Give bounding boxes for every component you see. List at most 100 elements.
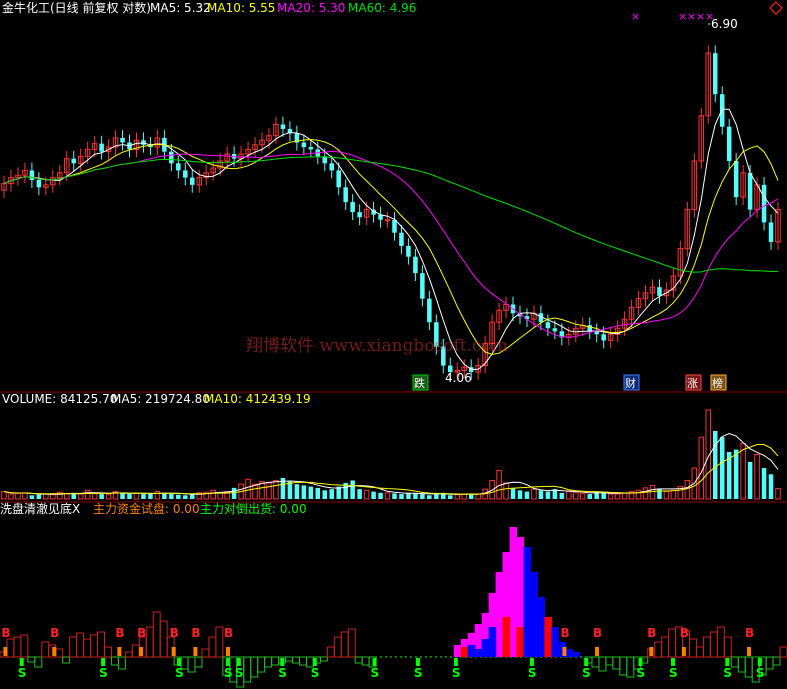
candle xyxy=(384,219,391,222)
sell-signal-bar xyxy=(529,658,534,666)
event-marker-zhang[interactable]: 涨 xyxy=(685,374,702,391)
indicator-title: 洗盘清澈见底X xyxy=(0,501,80,516)
candle xyxy=(280,124,286,129)
sell-signal-bar xyxy=(312,658,317,666)
volume-bar xyxy=(322,490,328,499)
indicator-hollow-bar xyxy=(654,641,663,658)
volume-bar xyxy=(43,493,49,500)
volume-bar xyxy=(531,488,537,500)
volume-bar xyxy=(29,495,35,499)
volume-bar xyxy=(169,494,174,499)
volume-bar xyxy=(50,494,56,500)
sell-signal-label: S xyxy=(528,666,537,680)
indicator-signal-bar xyxy=(502,617,511,657)
indicator-hollow-bar xyxy=(243,656,252,683)
ma5-line xyxy=(3,108,779,370)
indicator-hollow-bar xyxy=(612,656,621,670)
volume-bar xyxy=(761,468,767,499)
sell-signal-bar xyxy=(725,658,730,666)
candle xyxy=(29,170,35,181)
volume-bar xyxy=(384,492,391,500)
volume-bar xyxy=(357,489,362,499)
event-marker-die[interactable]: 跌 xyxy=(412,374,429,391)
volume-ma10-line xyxy=(3,444,779,495)
candle xyxy=(719,94,725,127)
volume-bar xyxy=(448,495,453,499)
candle xyxy=(176,163,181,171)
candle xyxy=(726,126,732,161)
indicator-hollow-bar xyxy=(709,631,718,658)
volume-bar xyxy=(559,492,565,499)
sell-signal-label: S xyxy=(452,666,461,680)
event-marker-cai-label: 财 xyxy=(625,376,636,390)
limit-marker-icon: × xyxy=(631,10,640,23)
volume-bar xyxy=(517,490,523,499)
ma20-line xyxy=(3,150,779,338)
buy-signal-label: B xyxy=(137,626,146,640)
volume-bar xyxy=(420,494,425,499)
indicator-hollow-bar xyxy=(83,638,92,658)
ma-legend-item-ma20: MA20: 5.30 xyxy=(277,1,345,15)
candle xyxy=(99,143,104,152)
indicator-signal-bar xyxy=(537,597,546,657)
stock-chart-window: 金牛化工(日线 前复权 对数) MA5: 5.32 MA10: 5.55 MA20:… xyxy=(0,0,787,689)
event-marker-bang[interactable]: 榜 xyxy=(710,374,727,391)
indicator-hollow-bar xyxy=(661,636,670,658)
indicator-hollow-bar xyxy=(34,656,43,668)
sell-signal-label: S xyxy=(723,666,732,680)
sell-signal-label: S xyxy=(18,666,27,680)
sell-signal-bar xyxy=(177,658,182,666)
volume-bar xyxy=(350,480,355,499)
volume-bar xyxy=(747,461,753,499)
candle xyxy=(552,328,558,332)
volume-bar xyxy=(614,493,621,500)
candle xyxy=(392,219,397,233)
volume-bar xyxy=(99,494,104,499)
indicator-hollow-bar xyxy=(187,656,196,673)
indicator-hollow-bar xyxy=(298,656,307,666)
price-high-label: 6.90 xyxy=(711,17,738,31)
indicator-hollow-bar xyxy=(668,628,677,658)
sell-signal-label: S xyxy=(414,666,423,680)
event-marker-die-label: 跌 xyxy=(414,376,425,390)
candle xyxy=(406,245,411,257)
indicator-hollow-bar xyxy=(605,656,614,666)
volume-bar xyxy=(740,442,746,500)
buy-signal-label: B xyxy=(745,626,754,640)
volume-bar xyxy=(190,494,195,499)
window-control-icon[interactable] xyxy=(769,1,783,15)
event-marker-zhang-label: 涨 xyxy=(687,377,698,390)
volume-bar xyxy=(587,494,592,499)
volume-bar xyxy=(22,492,28,500)
indicator-hollow-bar xyxy=(250,656,259,678)
buy-signal-bar xyxy=(193,647,198,656)
volume-ma5-line xyxy=(3,432,779,495)
candle xyxy=(761,184,767,223)
buy-signal-label: B xyxy=(170,626,179,640)
chart-canvas[interactable]: 金牛化工(日线 前复权 对数) MA5: 5.32MA10: 5.55 MA20:… xyxy=(0,0,787,689)
volume-bar xyxy=(183,495,188,499)
indicator-hollow-bar xyxy=(702,636,711,658)
indicator-magenta-bar xyxy=(495,572,504,657)
volume-bar xyxy=(363,489,370,500)
indicator-hollow-bar xyxy=(201,648,210,658)
sell-signal-bar xyxy=(638,658,643,666)
sell-signal-bar xyxy=(280,658,285,666)
candle xyxy=(427,298,432,323)
indicator-hollow-bar xyxy=(110,656,119,666)
event-marker-cai[interactable]: 财 xyxy=(623,374,640,391)
indicator-hollow-bar xyxy=(779,646,787,658)
indicator-hollow-bar xyxy=(744,656,753,678)
sell-signal-label: S xyxy=(235,666,244,680)
volume-bar xyxy=(329,489,334,499)
volume-bar xyxy=(217,492,223,500)
volume-bar xyxy=(566,491,572,500)
candle xyxy=(357,212,362,218)
indicator-hollow-bar xyxy=(131,644,140,658)
limit-marker-icon: × xyxy=(678,10,687,23)
indicator-signal-bar xyxy=(544,617,552,657)
volume-bar xyxy=(607,493,614,500)
sell-signal-label: S xyxy=(669,666,678,680)
candle xyxy=(169,151,174,164)
indicator-hollow-bar xyxy=(6,638,15,658)
